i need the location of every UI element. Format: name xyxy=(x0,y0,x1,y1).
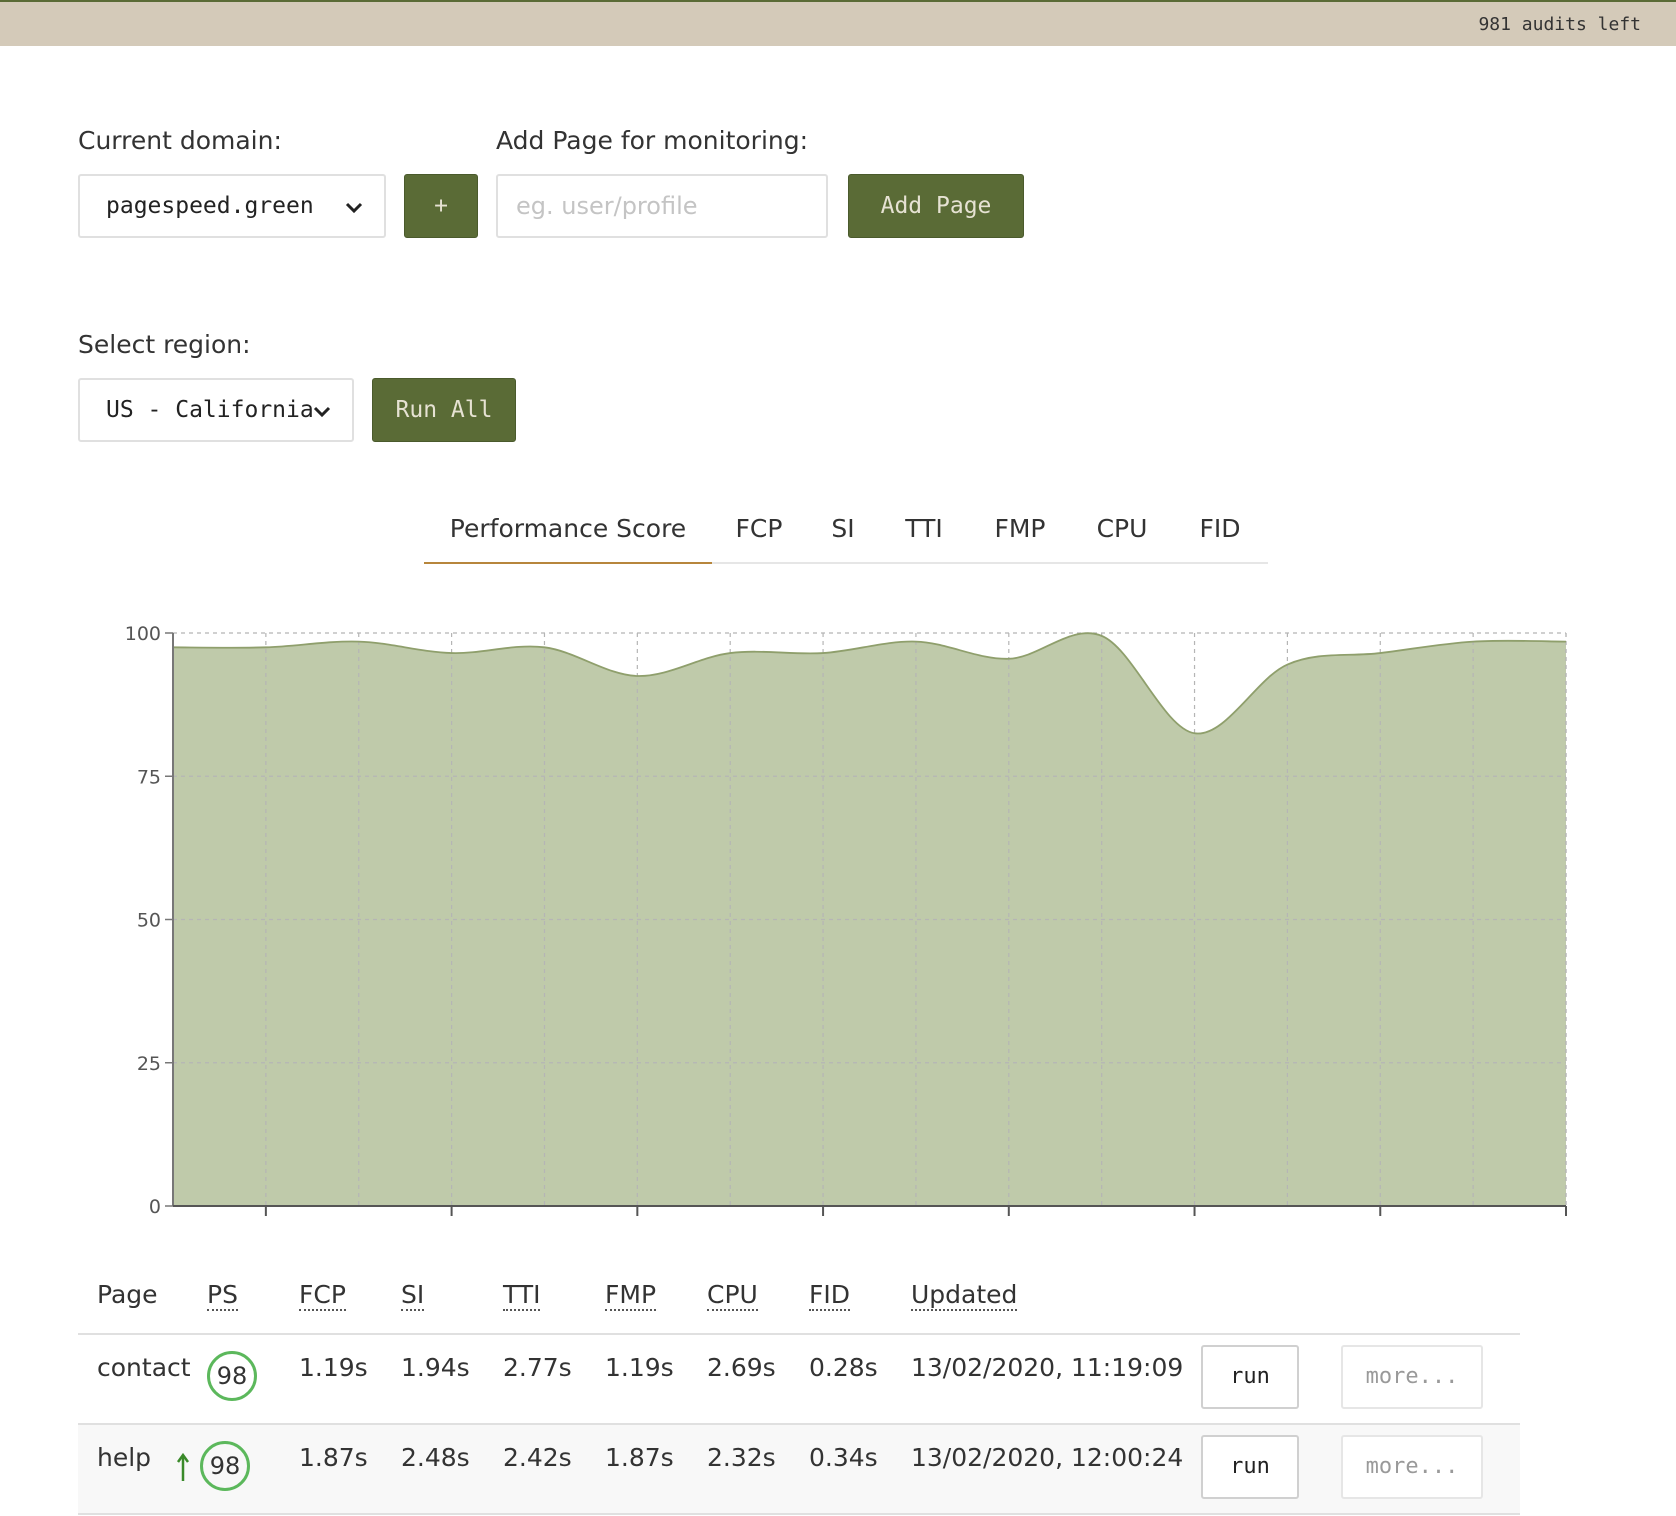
table-row: contact 98 1.19s 1.94s 2.77s 1.19s 2.69s… xyxy=(78,1334,1520,1425)
cell-ps: 98 xyxy=(176,1424,298,1515)
trend-up-arrow-icon xyxy=(176,1452,190,1481)
table-row: help 98 1.87s 2.48s 2.42s 1.87s 2.32s 0.… xyxy=(78,1424,1520,1515)
cell-si: 2.48s xyxy=(400,1424,502,1515)
cell-tti: 2.77s xyxy=(502,1334,604,1425)
cell-run: run xyxy=(1200,1424,1340,1515)
column-header-updated: Updated xyxy=(910,1268,1200,1335)
y-tick-label: 50 xyxy=(137,910,161,932)
run-button[interactable]: run xyxy=(1201,1435,1299,1499)
cell-fid: 0.28s xyxy=(808,1334,910,1425)
pages-table: Page PS FCP SI TTI FMP CPU FID Updated c… xyxy=(78,1268,1520,1515)
column-header-tti: TTI xyxy=(502,1268,604,1335)
more-button[interactable]: more... xyxy=(1341,1435,1483,1499)
more-button[interactable]: more... xyxy=(1341,1345,1483,1409)
performance-score-chart: 0 25 50 75 100 xyxy=(125,623,1567,1218)
cell-run: run xyxy=(1200,1334,1340,1425)
y-tick-label: 0 xyxy=(149,1196,161,1218)
cell-updated: 13/02/2020, 12:00:24 xyxy=(910,1424,1200,1515)
cell-page: contact xyxy=(78,1334,206,1425)
column-header-fid: FID xyxy=(808,1268,910,1335)
cell-si: 1.94s xyxy=(400,1334,502,1425)
column-header-run xyxy=(1200,1268,1340,1335)
cell-cpu: 2.69s xyxy=(706,1334,808,1425)
cell-cpu: 2.32s xyxy=(706,1424,808,1515)
run-button[interactable]: run xyxy=(1201,1345,1299,1409)
cell-fmp: 1.87s xyxy=(604,1424,706,1515)
column-header-page: Page xyxy=(78,1268,206,1335)
y-tick-label: 100 xyxy=(125,623,161,645)
table-header-row: Page PS FCP SI TTI FMP CPU FID Updated xyxy=(78,1268,1520,1335)
column-header-fmp: FMP xyxy=(604,1268,706,1335)
cell-ps: 98 xyxy=(206,1334,298,1425)
cell-tti: 2.42s xyxy=(502,1424,604,1515)
cell-fcp: 1.87s xyxy=(298,1424,400,1515)
y-tick-label: 25 xyxy=(137,1053,161,1075)
column-header-cpu: CPU xyxy=(706,1268,808,1335)
column-header-si: SI xyxy=(400,1268,502,1335)
y-tick-label: 75 xyxy=(137,766,161,788)
column-header-fcp: FCP xyxy=(298,1268,400,1335)
cell-updated: 13/02/2020, 11:19:09 xyxy=(910,1334,1200,1425)
cell-fmp: 1.19s xyxy=(604,1334,706,1425)
cell-more: more... xyxy=(1340,1334,1520,1425)
score-badge: 98 xyxy=(200,1441,250,1491)
score-badge: 98 xyxy=(207,1351,257,1401)
cell-more: more... xyxy=(1340,1424,1520,1515)
cell-fid: 0.34s xyxy=(808,1424,910,1515)
cell-fcp: 1.19s xyxy=(298,1334,400,1425)
column-header-ps: PS xyxy=(206,1268,298,1335)
column-header-more xyxy=(1340,1268,1520,1335)
